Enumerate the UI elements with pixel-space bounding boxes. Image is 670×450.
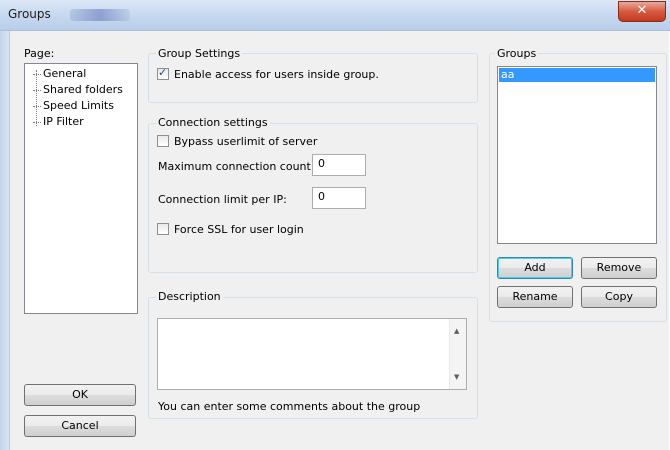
description-title: Description (156, 290, 223, 303)
window-frame-edge (0, 31, 9, 450)
close-icon: ✕ (636, 3, 648, 18)
title-bar[interactable]: Groups ✕ (0, 0, 670, 31)
enable-access-label: Enable access for users inside group. (174, 68, 379, 81)
bypass-userlimit-checkbox[interactable] (157, 135, 169, 147)
scroll-down-arrow-icon[interactable]: ▼ (454, 373, 459, 381)
connection-settings-title: Connection settings (156, 116, 270, 129)
force-ssl-label: Force SSL for user login (174, 223, 304, 236)
limit-per-ip-label: Connection limit per IP: (158, 193, 287, 206)
ok-button[interactable]: OK (24, 384, 136, 406)
tree-item-ip-filter[interactable]: IP Filter (33, 115, 84, 129)
groups-dialog: Groups ✕ Page: General Shared folders Sp… (0, 0, 670, 450)
description-scrollbar[interactable]: ▲ ▼ (449, 319, 466, 389)
limit-per-ip-input[interactable]: 0 (312, 187, 366, 209)
tree-item-general[interactable]: General (33, 67, 86, 81)
tree-item-label: Shared folders (43, 83, 123, 96)
tree-connector (33, 73, 41, 75)
tree-item-label: General (43, 67, 87, 80)
max-connection-label: Maximum connection count: (158, 160, 315, 173)
enable-access-checkbox[interactable] (157, 66, 169, 80)
bypass-userlimit-label: Bypass userlimit of server (174, 135, 318, 148)
groups-title: Groups (495, 47, 539, 60)
tree-item-label: IP Filter (43, 115, 84, 128)
group-settings-title: Group Settings (156, 47, 243, 60)
close-button[interactable]: ✕ (618, 1, 666, 22)
add-group-button[interactable]: Add (497, 257, 573, 279)
tree-item-shared-folders[interactable]: Shared folders (33, 83, 123, 97)
tree-connector (33, 89, 41, 91)
page-tree[interactable]: General Shared folders Speed Limits IP F… (24, 63, 138, 314)
tree-item-label: Speed Limits (43, 99, 114, 112)
scroll-up-arrow-icon[interactable]: ▲ (454, 327, 459, 335)
groups-list[interactable]: aa (497, 66, 657, 244)
tree-item-speed-limits[interactable]: Speed Limits (33, 99, 114, 113)
tree-connector (33, 105, 41, 107)
description-hint: You can enter some comments about the gr… (158, 400, 421, 413)
tree-connector (33, 121, 41, 123)
remove-group-button[interactable]: Remove (581, 257, 657, 279)
groups-list-item-selected[interactable]: aa (499, 68, 655, 82)
rename-group-button[interactable]: Rename (497, 286, 573, 308)
force-ssl-checkbox[interactable] (157, 223, 169, 235)
max-connection-input[interactable]: 0 (312, 154, 366, 176)
title-bar-blur (70, 9, 130, 21)
copy-group-button[interactable]: Copy (581, 286, 657, 308)
description-textarea[interactable]: ▲ ▼ (157, 318, 467, 390)
window-title: Groups (8, 7, 51, 21)
page-label: Page: (24, 47, 55, 60)
cancel-button[interactable]: Cancel (24, 415, 136, 437)
